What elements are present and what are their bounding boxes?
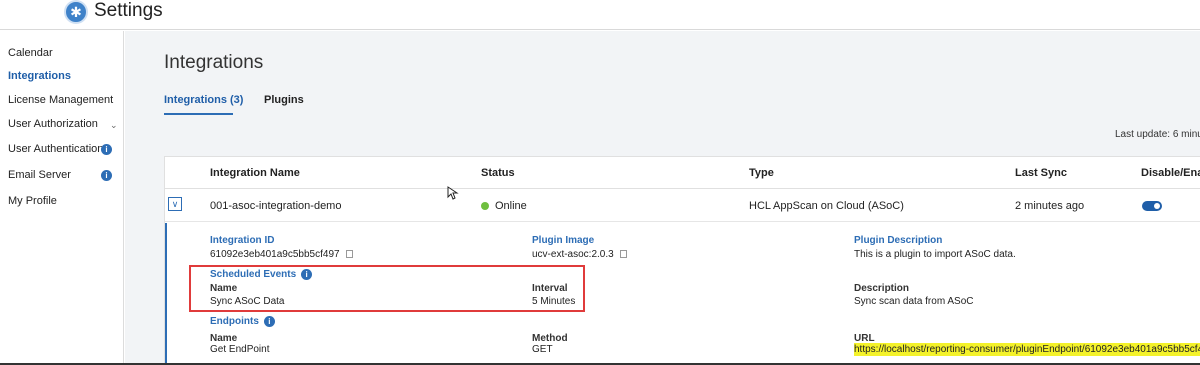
sidebar-item-user-authentication[interactable]: User Authentication xyxy=(8,143,103,155)
integration-id-label: Integration ID xyxy=(210,235,275,246)
scheduled-event-description: Sync scan data from ASoC xyxy=(854,296,974,307)
status-cell: Online xyxy=(481,200,527,212)
app-title: Settings xyxy=(94,0,163,21)
column-header-last-sync[interactable]: Last Sync xyxy=(1015,167,1067,179)
info-icon[interactable]: i xyxy=(101,170,112,181)
enable-toggle[interactable] xyxy=(1142,201,1162,211)
column-header-integration-name[interactable]: Integration Name xyxy=(210,167,300,179)
tab-integrations[interactable]: Integrations (3) xyxy=(164,94,243,106)
scheduled-event-description-label: Description xyxy=(854,283,910,294)
tab-plugins[interactable]: Plugins xyxy=(264,94,304,106)
mouse-cursor-icon xyxy=(447,186,459,200)
integration-name: 001-asoc-integration-demo xyxy=(210,200,342,212)
gear-icon: ✱ xyxy=(64,0,88,24)
endpoint-method: GET xyxy=(532,344,553,355)
status-text: Online xyxy=(495,200,527,212)
plugin-image-label: Plugin Image xyxy=(532,235,595,246)
main-content: Integrations Integrations (3) Plugins La… xyxy=(125,31,1200,365)
active-tab-indicator xyxy=(164,113,233,115)
endpoints-text: Endpoints xyxy=(210,316,259,327)
endpoint-name-label: Name xyxy=(210,333,238,344)
sidebar-item-calendar[interactable]: Calendar xyxy=(8,47,53,59)
table-row[interactable]: ∨ 001-asoc-integration-demo Online HCL A… xyxy=(165,189,1200,222)
collapse-row-button[interactable]: ∨ xyxy=(168,197,182,211)
online-status-icon xyxy=(481,202,489,210)
annotation-box xyxy=(189,265,585,312)
sidebar-item-license-management[interactable]: License Management xyxy=(8,94,113,106)
sidebar-item-my-profile[interactable]: My Profile xyxy=(8,195,57,207)
integration-id-value: 61092e3eb401a9c5bb5cf497 xyxy=(210,249,353,260)
integration-type: HCL AppScan on Cloud (ASoC) xyxy=(749,200,904,212)
sidebar-item-email-server[interactable]: Email Server xyxy=(8,169,71,181)
endpoints-label: Endpoints i xyxy=(210,316,275,327)
integrations-table: Integration Name Status Type Last Sync D… xyxy=(164,156,1200,365)
column-header-disable-enable[interactable]: Disable/Enab xyxy=(1141,167,1200,179)
sidebar-item-integrations[interactable]: Integrations xyxy=(8,70,71,82)
info-icon[interactable]: i xyxy=(263,316,275,327)
header-bar: ✱ Settings xyxy=(0,0,1200,30)
last-update-text: Last update: 6 minut xyxy=(1115,129,1200,140)
column-header-type[interactable]: Type xyxy=(749,167,774,179)
copy-icon[interactable] xyxy=(619,250,627,258)
table-header: Integration Name Status Type Last Sync D… xyxy=(165,157,1200,189)
endpoint-method-label: Method xyxy=(532,333,568,344)
endpoint-url[interactable]: https://localhost/reporting-consumer/plu… xyxy=(854,343,1200,356)
sidebar-item-user-authorization[interactable]: User Authorization xyxy=(8,118,98,130)
page-title: Integrations xyxy=(164,52,264,73)
endpoint-url-value: https://localhost/reporting-consumer/plu… xyxy=(854,343,1200,356)
plugin-description-value: This is a plugin to import ASoC data. xyxy=(854,249,1016,260)
copy-icon[interactable] xyxy=(345,250,353,258)
last-sync: 2 minutes ago xyxy=(1015,200,1085,212)
chevron-down-icon[interactable]: ⌄ xyxy=(110,120,118,131)
info-icon[interactable]: i xyxy=(101,144,112,155)
sidebar: Calendar Integrations License Management… xyxy=(0,31,124,365)
integration-id-text: 61092e3eb401a9c5bb5cf497 xyxy=(210,249,340,260)
column-header-status[interactable]: Status xyxy=(481,167,515,179)
plugin-description-label: Plugin Description xyxy=(854,235,943,246)
endpoint-name: Get EndPoint xyxy=(210,344,270,355)
plugin-image-text: ucv-ext-asoc:2.0.3 xyxy=(532,249,614,260)
plugin-image-value: ucv-ext-asoc:2.0.3 xyxy=(532,249,627,260)
